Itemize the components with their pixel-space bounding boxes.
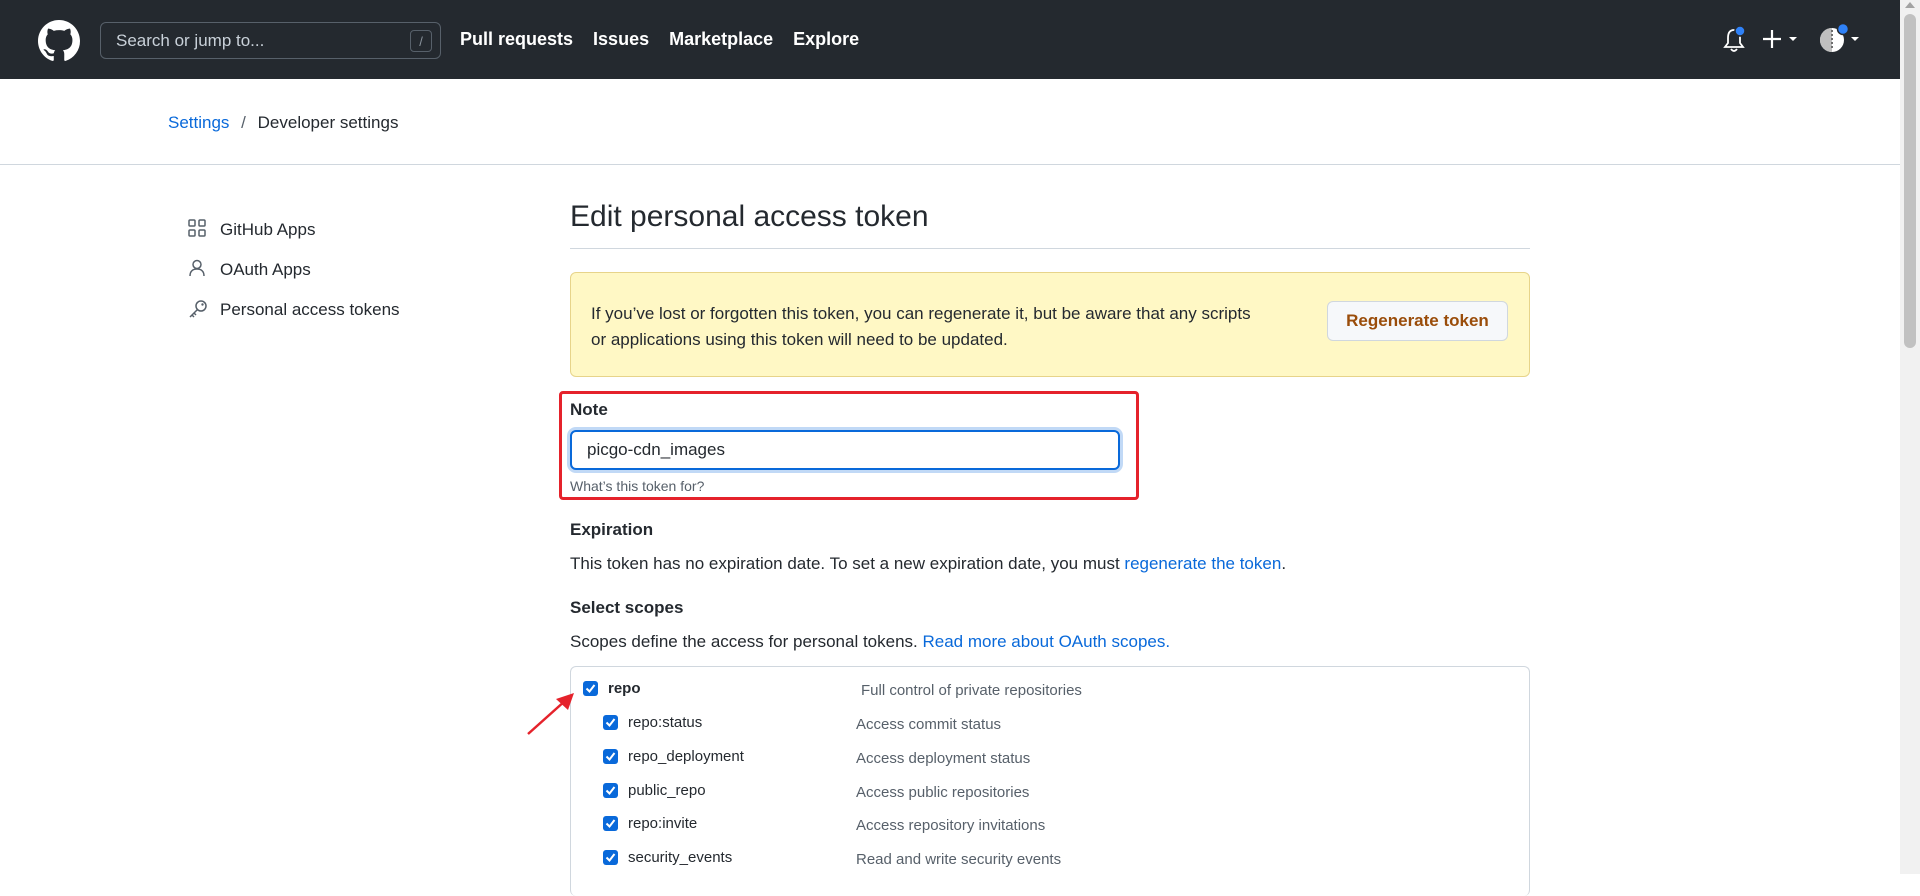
checkbox-checked-icon[interactable] [603,783,618,798]
search-input[interactable]: Search or jump to... / [100,22,441,59]
expiration-text-end: . [1281,554,1287,573]
global-header: Search or jump to... / Pull requests Iss… [0,0,1900,79]
search-shortcut-badge: / [410,30,432,52]
scope-row-public-repo[interactable]: public_repo [603,782,706,799]
scope-desc: Read and write security events [856,851,1062,868]
page-title: Edit personal access token [570,200,1530,249]
note-input-value: picgo-cdn_images [587,440,725,459]
scope-row-repo-invite[interactable]: repo:invite [603,815,697,832]
checkbox-checked-icon[interactable] [603,816,618,831]
scope-name: repo:invite [628,815,698,832]
scope-row-security-events[interactable]: security_events [603,849,732,866]
breadcrumb-bar: Settings / Developer settings [0,79,1900,165]
expiration-text: This token has no expiration date. To se… [570,554,1286,574]
search-placeholder: Search or jump to... [116,30,265,50]
note-input[interactable]: picgo-cdn_images [570,430,1120,470]
breadcrumb-separator: / [241,113,246,132]
breadcrumb-settings-link[interactable]: Settings [168,113,229,132]
regenerate-warning-flash: If you’ve lost or forgotten this token, … [570,272,1530,377]
github-logo-icon[interactable] [38,20,80,62]
scope-row-repo[interactable]: repo [583,680,641,697]
scope-name: repo [608,680,641,697]
person-icon [188,259,210,281]
sidebar-item-label: Personal access tokens [220,300,400,319]
checkbox-checked-icon[interactable] [603,715,618,730]
checkbox-checked-icon[interactable] [583,681,598,696]
warning-line-2: or applications using this token will ne… [591,330,1008,349]
scope-name: repo:status [628,714,703,731]
scope-desc: Full control of private repositories [861,682,1082,699]
scopes-description: Scopes define the access for personal to… [570,632,1170,652]
select-scopes-label: Select scopes [570,598,684,617]
checkbox-checked-icon[interactable] [603,850,618,865]
nav-pull-requests[interactable]: Pull requests [460,29,573,50]
sidebar: GitHub Apps OAuth Apps Personal access t… [188,210,400,330]
scope-desc: Access deployment status [856,750,1031,767]
scroll-up-arrow-icon[interactable] [1905,2,1915,8]
scope-desc: Access repository invitations [856,817,1046,834]
warning-line-1: If you’ve lost or forgotten this token, … [591,304,1251,323]
scopes-list: repo Full control of private repositorie… [570,666,1530,896]
regenerate-token-button[interactable]: Regenerate token [1327,301,1508,341]
main-content: Edit personal access token If you’ve los… [559,200,1530,896]
sidebar-item-personal-access-tokens[interactable]: Personal access tokens [188,290,400,330]
note-help-text: What’s this token for? [570,478,705,494]
nav-marketplace[interactable]: Marketplace [669,29,773,50]
page-scrollbar[interactable] [1900,0,1920,874]
scope-desc: Access commit status [856,716,1002,733]
key-icon [188,299,210,321]
sidebar-item-github-apps[interactable]: GitHub Apps [188,210,400,250]
note-label: Note [570,400,608,419]
checkbox-checked-icon[interactable] [603,749,618,764]
sidebar-item-oauth-apps[interactable]: OAuth Apps [188,250,400,290]
breadcrumb-current: Developer settings [257,113,399,132]
scope-name: public_repo [628,782,706,799]
nav-issues[interactable]: Issues [593,29,649,50]
scope-row-repo-deployment[interactable]: repo_deployment [603,748,744,765]
apps-icon [188,219,210,241]
scrollbar-thumb[interactable] [1904,14,1916,348]
expiration-text-body: This token has no expiration date. To se… [570,554,1125,573]
notifications-bell-icon[interactable] [1722,26,1746,54]
warning-text: If you’ve lost or forgotten this token, … [591,301,1311,353]
sidebar-item-label: GitHub Apps [220,220,316,239]
scope-desc: Access public repositories [856,784,1030,801]
red-arrow-annotation-icon [527,693,574,735]
oauth-scopes-link[interactable]: Read more about OAuth scopes. [922,632,1170,651]
user-avatar-icon[interactable] [1818,22,1862,56]
expiration-label: Expiration [570,520,654,539]
breadcrumb: Settings / Developer settings [168,113,398,133]
sidebar-item-label: OAuth Apps [220,260,311,279]
header-nav: Pull requests Issues Marketplace Explore [460,0,859,79]
nav-explore[interactable]: Explore [793,29,859,50]
regenerate-token-link[interactable]: regenerate the token [1124,554,1281,573]
scope-name: security_events [628,849,733,866]
scope-row-repo-status[interactable]: repo:status [603,714,702,731]
create-new-plus-icon[interactable] [1762,24,1802,54]
scope-name: repo_deployment [628,748,744,765]
scopes-description-body: Scopes define the access for personal to… [570,632,923,651]
